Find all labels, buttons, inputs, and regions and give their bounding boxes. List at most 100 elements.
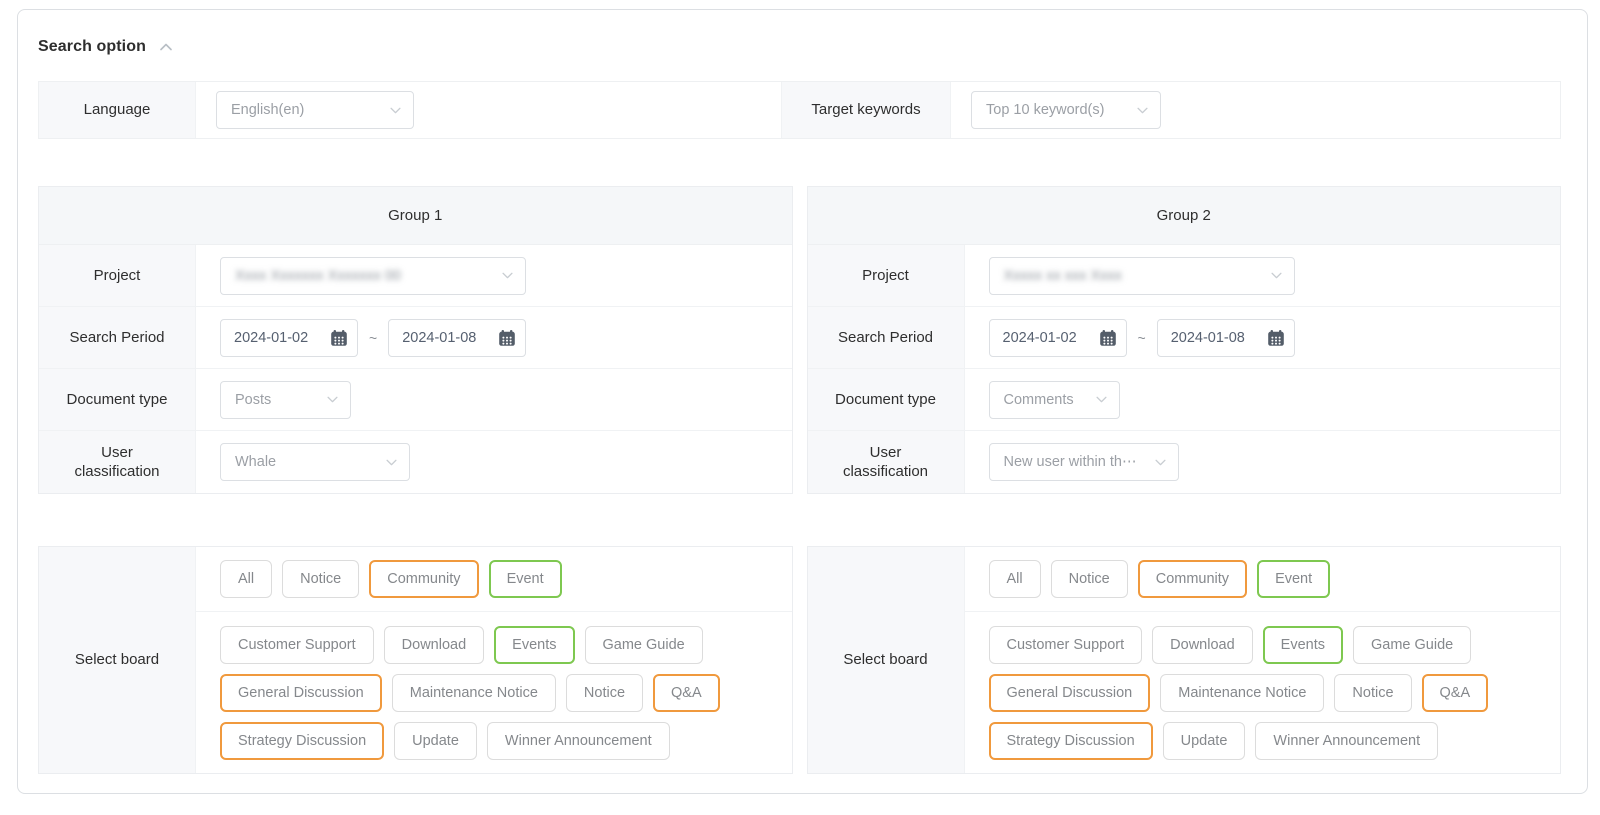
document-type-label: Document type bbox=[39, 369, 196, 430]
chevron-down-icon bbox=[390, 107, 401, 114]
group-2-category-chip-event[interactable]: Event bbox=[1257, 560, 1330, 598]
group-1-board-chip-maintenance-notice[interactable]: Maintenance Notice bbox=[392, 674, 556, 712]
group-2-user-classification-select[interactable]: New user within th⋯ bbox=[989, 443, 1179, 481]
language-select-value: English(en) bbox=[231, 102, 304, 118]
group-2-document-type-row: Document type Comments bbox=[808, 369, 1561, 431]
group-1-board-chip-q-a[interactable]: Q&A bbox=[653, 674, 720, 712]
group-2-user-classification-row: User classification New user within th⋯ bbox=[808, 431, 1561, 493]
group-2-category-chip-community[interactable]: Community bbox=[1138, 560, 1247, 598]
chevron-down-icon bbox=[1271, 272, 1282, 279]
chevron-down-icon bbox=[386, 459, 397, 466]
group-2-board-chip-notice[interactable]: Notice bbox=[1334, 674, 1411, 712]
group-2-board-chip-customer-support[interactable]: Customer Support bbox=[989, 626, 1143, 664]
group-1-user-classification-select[interactable]: Whale bbox=[220, 443, 410, 481]
group-2-select-board-panel: Select board All Notice Community Event Cus… bbox=[807, 546, 1562, 774]
user-classification-label: User classification bbox=[39, 431, 196, 493]
search-option-card: Search option Language English(en) Targe… bbox=[17, 9, 1588, 794]
group-1-board-chip-download[interactable]: Download bbox=[384, 626, 485, 664]
chevron-up-icon bbox=[160, 43, 172, 51]
date-from-value: 2024-01-02 bbox=[1003, 330, 1077, 346]
document-type-select-value: Comments bbox=[1004, 392, 1074, 408]
group-2-board-chip-update[interactable]: Update bbox=[1163, 722, 1246, 760]
group-2-board-chip-events[interactable]: Events bbox=[1263, 626, 1343, 664]
project-select-value-blurred: Xxxxx xx xxx Xxxx bbox=[1004, 268, 1122, 284]
date-to-value: 2024-01-08 bbox=[402, 330, 476, 346]
date-to-value: 2024-01-08 bbox=[1171, 330, 1245, 346]
group-1-board-chip-strategy-discussion[interactable]: Strategy Discussion bbox=[220, 722, 384, 760]
group-2-board-chips: Customer SupportDownload Events Game Guide… bbox=[965, 612, 1561, 773]
group-1-board-chip-general-discussion[interactable]: General Discussion bbox=[220, 674, 382, 712]
group-2-category-chip-all[interactable]: All bbox=[989, 560, 1041, 598]
group-1-project-row: Project Xxxx Xxxxxxx Xxxxxxx 00 bbox=[39, 245, 792, 307]
group-1-board-chip-game-guide[interactable]: Game Guide bbox=[585, 626, 703, 664]
group-1-board-chip-winner-announcement[interactable]: Winner Announcement bbox=[487, 722, 670, 760]
group-2-title: Group 2 bbox=[808, 187, 1561, 245]
group-1-document-type-select[interactable]: Posts bbox=[220, 381, 351, 419]
group-1-category-chip-notice[interactable]: Notice bbox=[282, 560, 359, 598]
chevron-down-icon bbox=[327, 396, 338, 403]
language-select[interactable]: English(en) bbox=[216, 91, 414, 129]
group-1-category-chips: All Notice Community Event bbox=[196, 547, 792, 612]
project-label: Project bbox=[808, 245, 965, 306]
group-2-search-period-row: Search Period 2024-01-02 ~ 2024-01-08 bbox=[808, 307, 1561, 369]
group-2-document-type-select[interactable]: Comments bbox=[989, 381, 1120, 419]
group-1-title: Group 1 bbox=[39, 187, 792, 245]
target-keywords-select[interactable]: Top 10 keyword(s) bbox=[971, 91, 1161, 129]
calendar-icon[interactable] bbox=[330, 329, 348, 347]
group-2-board-chip-maintenance-notice[interactable]: Maintenance Notice bbox=[1160, 674, 1324, 712]
chevron-down-icon bbox=[1137, 107, 1148, 114]
group-1-category-chip-community[interactable]: Community bbox=[369, 560, 478, 598]
project-label: Project bbox=[39, 245, 196, 306]
user-classification-select-value: New user within th⋯ bbox=[1004, 454, 1137, 470]
group-2-panel: Group 2 Project Xxxxx xx xxx Xxxx Search… bbox=[807, 186, 1562, 494]
target-keywords-select-value: Top 10 keyword(s) bbox=[986, 102, 1104, 118]
group-1-category-chip-event[interactable]: Event bbox=[489, 560, 562, 598]
user-classification-label: User classification bbox=[808, 431, 965, 493]
search-option-header: Search option bbox=[38, 38, 1561, 56]
group-1-board-chip-customer-support[interactable]: Customer Support bbox=[220, 626, 374, 664]
date-range-separator: ~ bbox=[1138, 330, 1146, 346]
group-2-board-chip-q-a[interactable]: Q&A bbox=[1422, 674, 1489, 712]
group-2-project-select[interactable]: Xxxxx xx xxx Xxxx bbox=[989, 257, 1295, 295]
group-2-date-from[interactable]: 2024-01-02 bbox=[989, 319, 1127, 357]
search-period-label: Search Period bbox=[808, 307, 965, 368]
chevron-down-icon bbox=[502, 272, 513, 279]
project-select-value-blurred: Xxxx Xxxxxxx Xxxxxxx 00 bbox=[235, 268, 401, 284]
group-1-board-chip-notice[interactable]: Notice bbox=[566, 674, 643, 712]
group-2-board-chip-winner-announcement[interactable]: Winner Announcement bbox=[1255, 722, 1438, 760]
collapse-toggle[interactable] bbox=[160, 43, 172, 51]
group-2-board-chip-download[interactable]: Download bbox=[1152, 626, 1253, 664]
calendar-icon[interactable] bbox=[1099, 329, 1117, 347]
group-1-board-chip-update[interactable]: Update bbox=[394, 722, 477, 760]
group-1-date-to[interactable]: 2024-01-08 bbox=[388, 319, 526, 357]
chevron-down-icon bbox=[1155, 459, 1166, 466]
select-board-label: Select board bbox=[808, 547, 965, 773]
top-filter-table: Language English(en) Target keywords Top… bbox=[38, 81, 1561, 139]
date-range-separator: ~ bbox=[369, 330, 377, 346]
document-type-label: Document type bbox=[808, 369, 965, 430]
group-2-date-to[interactable]: 2024-01-08 bbox=[1157, 319, 1295, 357]
language-label: Language bbox=[39, 82, 196, 138]
group-1-document-type-row: Document type Posts bbox=[39, 369, 792, 431]
group-1-board-chip-events[interactable]: Events bbox=[494, 626, 574, 664]
chevron-down-icon bbox=[1096, 396, 1107, 403]
group-1-board-chips: Customer Support DownloadEvents Game Guide… bbox=[196, 612, 792, 773]
calendar-icon[interactable] bbox=[498, 329, 516, 347]
target-keywords-label: Target keywords bbox=[781, 82, 951, 138]
group-1-user-classification-row: User classification Whale bbox=[39, 431, 792, 493]
group-1-category-chip-all[interactable]: All bbox=[220, 560, 272, 598]
group-1-date-from[interactable]: 2024-01-02 bbox=[220, 319, 358, 357]
date-from-value: 2024-01-02 bbox=[234, 330, 308, 346]
calendar-icon[interactable] bbox=[1267, 329, 1285, 347]
group-2-category-chip-notice[interactable]: Notice bbox=[1051, 560, 1128, 598]
group-2-board-chip-general-discussion[interactable]: General Discussion bbox=[989, 674, 1151, 712]
page-title: Search option bbox=[38, 38, 146, 56]
group-1-project-select[interactable]: Xxxx Xxxxxxx Xxxxxxx 00 bbox=[220, 257, 526, 295]
search-period-label: Search Period bbox=[39, 307, 196, 368]
group-2-board-chip-strategy-discussion[interactable]: Strategy Discussion bbox=[989, 722, 1153, 760]
group-1-search-period-row: Search Period 2024-01-02 ~ 2024-01-08 bbox=[39, 307, 792, 369]
group-2-board-chip-game-guide[interactable]: Game Guide bbox=[1353, 626, 1471, 664]
select-board-label: Select board bbox=[39, 547, 196, 773]
user-classification-select-value: Whale bbox=[235, 454, 276, 470]
group-2-category-chips: All Notice Community Event bbox=[965, 547, 1561, 612]
